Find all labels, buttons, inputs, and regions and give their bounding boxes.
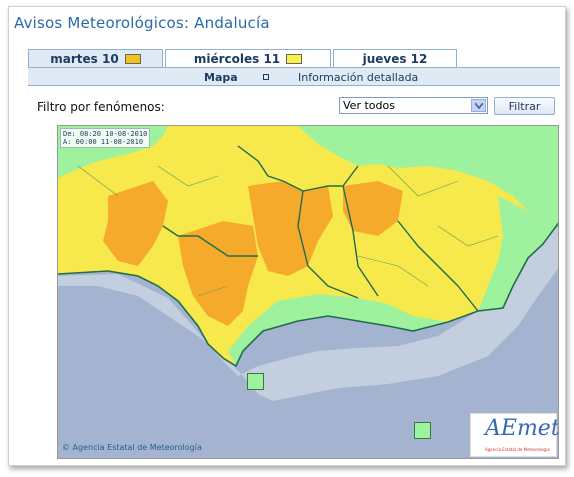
valid-from: De: 08:20 10-08-2010 (63, 130, 148, 138)
logo-text: AEmet (485, 416, 559, 441)
select-value: Ver todos (343, 99, 395, 112)
andalucia-map (58, 126, 558, 458)
ceuta-warning-marker[interactable] (247, 373, 264, 390)
tab-jueves[interactable]: jueves 12 (333, 49, 457, 67)
bullet-icon (263, 74, 269, 80)
map-subnav: Mapa Información detallada (28, 68, 560, 86)
warning-level-swatch (286, 53, 303, 64)
subnav-map-link[interactable]: Mapa (204, 71, 238, 84)
map-credit: © Agencia Estatal de Meteorología (62, 443, 202, 452)
page-title: Avisos Meteorológicos: Andalucía (14, 14, 270, 32)
tab-label: martes 10 (50, 52, 119, 66)
subnav-detail-link[interactable]: Información detallada (298, 71, 418, 84)
melilla-warning-marker[interactable] (414, 422, 431, 439)
aemet-logo: AEmet Agencia Estatal de Meteorología (470, 413, 559, 457)
valid-to: A: 00:00 11-08-2010 (63, 138, 144, 146)
phenomena-select[interactable]: Ver todos (339, 97, 488, 114)
logo-subtitle: Agencia Estatal de Meteorología (485, 447, 550, 452)
warnings-map[interactable]: De: 08:20 10-08-2010 A: 00:00 11-08-2010… (57, 125, 559, 459)
tab-label: miércoles 11 (193, 51, 281, 66)
filter-button[interactable]: Filtrar (494, 97, 555, 115)
filter-label: Filtro por fenómenos: (37, 100, 165, 114)
tab-label: jueves 12 (362, 51, 428, 66)
warning-level-swatch (124, 54, 141, 64)
tab-martes[interactable]: martes 10 (28, 49, 163, 68)
validity-period: De: 08:20 10-08-2010 A: 00:00 11-08-2010 (60, 128, 151, 148)
chevron-down-icon[interactable] (471, 99, 486, 112)
tab-miercoles[interactable]: miércoles 11 (165, 49, 331, 67)
